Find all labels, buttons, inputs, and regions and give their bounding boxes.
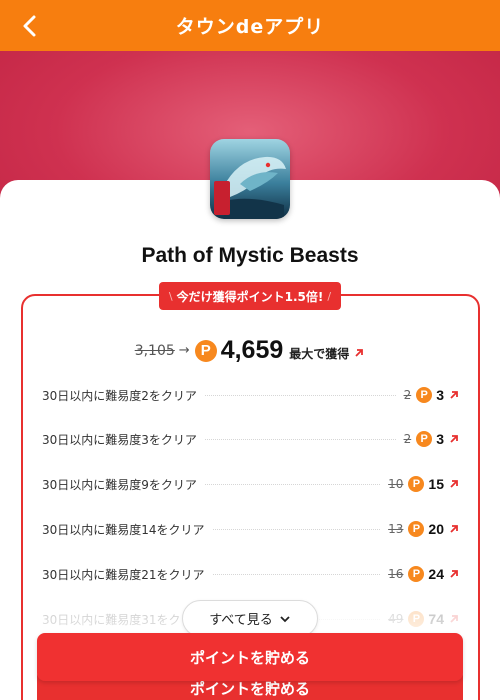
task-boosted-points: 3 bbox=[436, 387, 444, 403]
arrow-up-right-icon bbox=[450, 435, 458, 443]
see-all-button[interactable]: すべて見る bbox=[182, 600, 318, 637]
task-label: 30日以内に難易度2をクリア bbox=[42, 388, 197, 403]
dotted-leader bbox=[204, 483, 381, 485]
arrow-up-right-icon bbox=[355, 348, 364, 357]
point-coin-icon: P bbox=[416, 387, 433, 403]
task-boosted-points: 3 bbox=[436, 431, 444, 447]
task-boosted-points: 20 bbox=[428, 521, 444, 537]
app-header: タウンdeアプリ bbox=[0, 0, 500, 51]
task-original-points: 2 bbox=[403, 388, 412, 402]
promo-badge-text: 今だけ獲得ポイント1.5倍! bbox=[176, 289, 324, 304]
task-row: 30日以内に難易度9をクリア 10 P 15 bbox=[42, 474, 460, 494]
task-boosted-points: 24 bbox=[428, 566, 444, 582]
point-coin-icon: P bbox=[408, 521, 425, 537]
boosted-points: 4,659 bbox=[220, 336, 284, 364]
earn-points-button[interactable]: ポイントを貯める bbox=[37, 633, 463, 681]
original-points: 3,105 bbox=[134, 342, 175, 359]
task-label: 30日以内に難易度9をクリア bbox=[42, 477, 197, 492]
task-row: 30日以内に難易度3をクリア 2 P 3 bbox=[42, 429, 460, 449]
point-coin-icon: P bbox=[408, 566, 425, 582]
header-title: タウンdeアプリ bbox=[175, 16, 325, 38]
task-label: 30日以内に難易度14をクリア bbox=[42, 522, 205, 537]
point-coin-icon: P bbox=[416, 431, 433, 447]
badge-slash-right: / bbox=[327, 289, 332, 303]
point-coin-icon: P bbox=[408, 476, 425, 492]
task-row: 30日以内に難易度14をクリア 13 P 20 bbox=[42, 519, 460, 539]
arrow-right-icon: → bbox=[178, 343, 190, 358]
arrow-up-right-icon bbox=[450, 570, 458, 578]
app-name: Path of Mystic Beasts bbox=[141, 244, 359, 267]
task-original-points: 13 bbox=[388, 522, 404, 536]
dotted-leader bbox=[212, 528, 381, 530]
badge-slash-left: \ bbox=[168, 289, 173, 303]
chevron-left-icon[interactable] bbox=[14, 10, 46, 42]
task-row: 30日以内に難易度2をクリア 2 P 3 bbox=[42, 385, 460, 405]
task-label: 30日以内に難易度3をクリア bbox=[42, 432, 197, 447]
dotted-leader bbox=[204, 394, 396, 396]
arrow-up-right-icon bbox=[450, 480, 458, 488]
task-original-points: 2 bbox=[403, 432, 412, 446]
task-original-points: 10 bbox=[388, 477, 404, 491]
max-label: 最大で獲得 bbox=[289, 347, 350, 361]
task-label: 30日以内に難易度21をクリア bbox=[42, 567, 205, 582]
arrow-up-right-icon bbox=[450, 391, 458, 399]
cta-label: ポイントを貯める bbox=[189, 648, 310, 667]
dotted-leader bbox=[204, 438, 396, 440]
app-artwork-icon bbox=[210, 139, 290, 219]
point-coin-icon: P bbox=[194, 339, 217, 362]
total-points: 3,105 → P 4,659 最大で獲得 bbox=[0, 336, 500, 365]
task-boosted-points: 15 bbox=[428, 476, 444, 492]
app-icon bbox=[210, 139, 290, 219]
promo-badge: \ 今だけ獲得ポイント1.5倍! / bbox=[159, 282, 341, 310]
dotted-leader bbox=[212, 573, 381, 575]
chevron-down-icon bbox=[280, 615, 290, 622]
see-all-label: すべて見る bbox=[209, 613, 273, 628]
arrow-up-right-icon bbox=[450, 525, 458, 533]
task-row: 30日以内に難易度21をクリア 16 P 24 bbox=[42, 564, 460, 584]
task-original-points: 16 bbox=[388, 567, 404, 581]
